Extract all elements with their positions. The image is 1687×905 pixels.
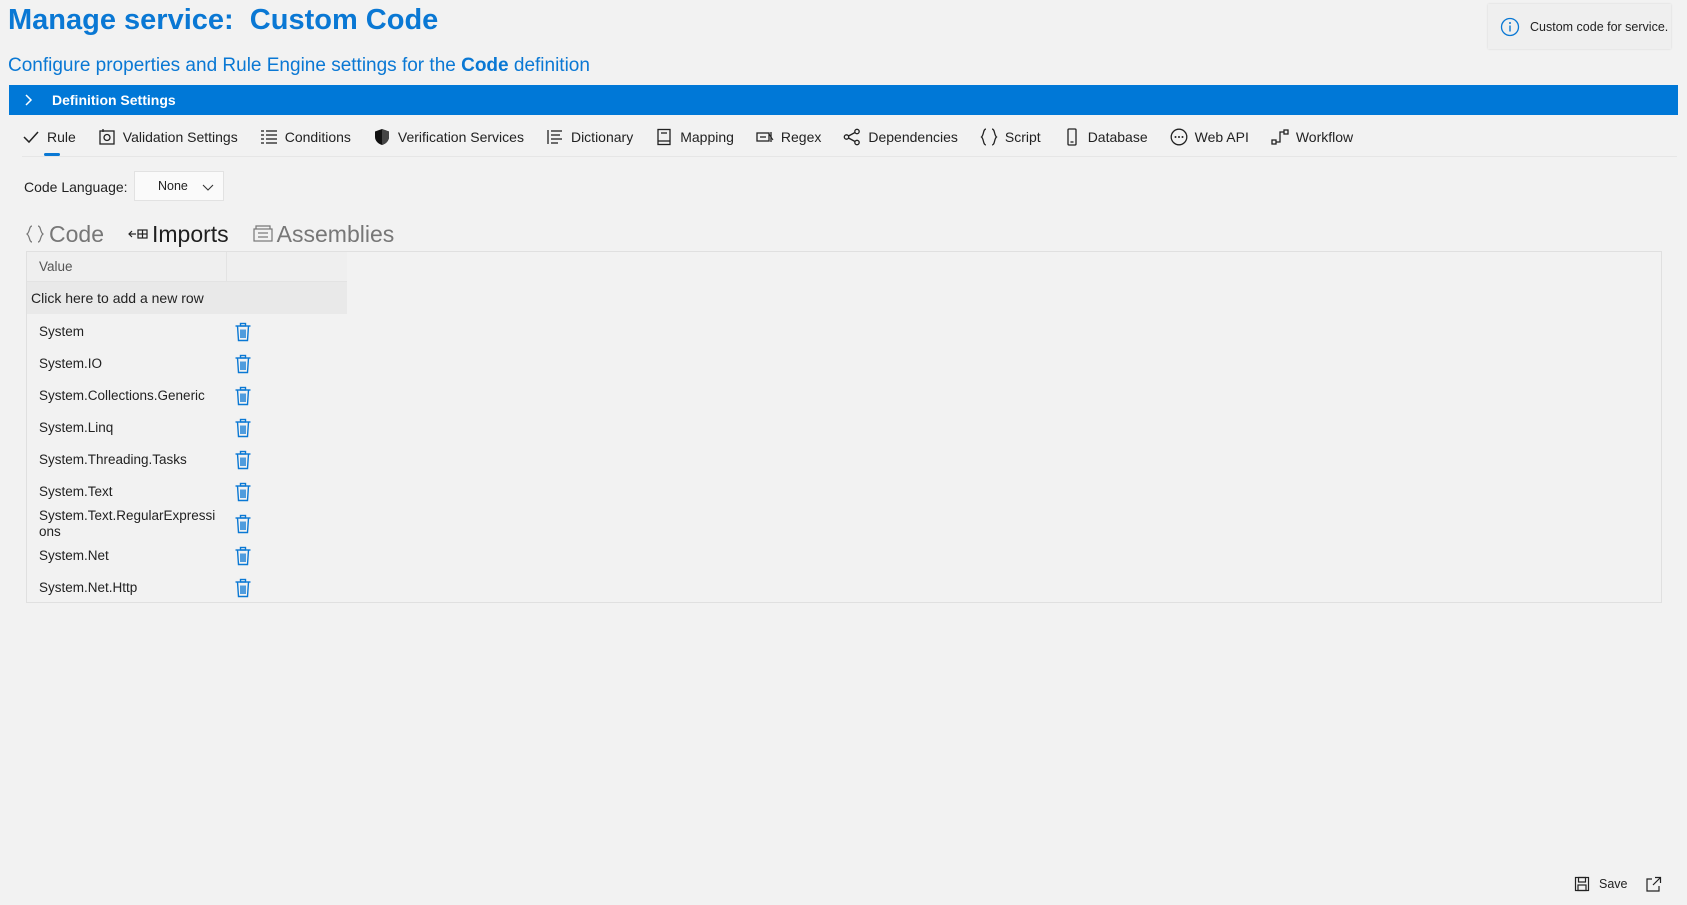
globe-icon [1170, 128, 1188, 146]
tool-dictionary[interactable]: Dictionary [546, 121, 633, 153]
code-language-select[interactable]: None [134, 171, 224, 201]
code-subtabs: Code Imports Assemblies [25, 212, 418, 256]
code-language-label: Code Language: [24, 179, 128, 195]
row-value[interactable]: System.Text.RegularExpressions [39, 508, 219, 540]
trash-icon[interactable] [233, 546, 253, 566]
subtitle-prefix: Configure properties and Rule Engine set… [8, 55, 462, 76]
tool-label: Rule [47, 129, 76, 145]
workflow-icon [1271, 129, 1289, 145]
row-value[interactable]: System.Linq [39, 412, 219, 444]
save-button[interactable]: Save [1574, 876, 1628, 892]
tool-label: Database [1087, 129, 1148, 145]
tool-regex[interactable]: Regex [756, 121, 821, 153]
trash-icon[interactable] [233, 578, 253, 598]
row-value[interactable]: System.Collections.Generic [39, 380, 219, 412]
regex-icon [756, 132, 774, 142]
tool-label: Dependencies [868, 129, 958, 145]
row-value[interactable]: System.IO [39, 348, 219, 380]
imports-icon [128, 229, 148, 239]
check-icon [23, 131, 39, 144]
table-row[interactable]: System.IO [27, 348, 347, 380]
code-language-value: None [158, 179, 188, 193]
tool-validation-settings[interactable]: Validation Settings [98, 121, 238, 153]
definition-settings-label: Definition Settings [52, 92, 176, 108]
tab-label: Imports [151, 220, 229, 247]
tool-dependencies[interactable]: Dependencies [843, 121, 958, 153]
column-header-value[interactable]: Value [27, 252, 227, 281]
trash-icon[interactable] [233, 482, 253, 502]
tool-label: Script [1004, 129, 1041, 145]
row-value[interactable]: System.Net [39, 540, 219, 572]
tab-code[interactable]: Code [25, 216, 104, 252]
page-subtitle: Configure properties and Rule Engine set… [8, 55, 590, 77]
subtitle-definition-name: Code [461, 55, 509, 76]
rule-toolbar: Rule Validation Settings Conditions Veri… [22, 121, 1375, 156]
subtitle-suffix: definition [508, 55, 590, 76]
add-new-row[interactable]: Click here to add a new row [27, 282, 347, 314]
table-row[interactable]: System.Linq [27, 412, 347, 444]
tool-verification-services[interactable]: Verification Services [373, 121, 524, 153]
database-icon [1067, 128, 1077, 146]
trash-icon[interactable] [233, 450, 253, 470]
toolbar-divider [22, 156, 1677, 157]
braces-icon [980, 128, 998, 146]
tool-web-api[interactable]: Web API [1170, 121, 1249, 153]
shield-icon [374, 129, 389, 145]
list-icon [260, 130, 277, 144]
grid-header: Value [27, 252, 347, 282]
page-title: Manage service: Custom Code [8, 4, 439, 36]
tool-label: Workflow [1295, 129, 1354, 145]
validation-icon [99, 129, 115, 145]
tool-label: Conditions [284, 129, 351, 145]
chevron-right-icon [25, 94, 33, 106]
row-value[interactable]: System.Text [39, 476, 219, 508]
tool-rule[interactable]: Rule [22, 121, 76, 156]
tool-label: Dictionary [570, 129, 634, 145]
popout-icon[interactable] [1645, 876, 1662, 893]
dictionary-icon [547, 130, 562, 144]
trash-icon[interactable] [233, 322, 253, 342]
info-tooltip: Custom code for service. [1488, 4, 1671, 49]
trash-icon[interactable] [233, 418, 253, 438]
info-text: Custom code for service. [1530, 19, 1669, 34]
table-row[interactable]: System.Net [27, 540, 347, 572]
table-row[interactable]: System [27, 316, 347, 348]
info-icon [1500, 17, 1520, 36]
tab-imports[interactable]: Imports [125, 216, 231, 256]
save-icon [1574, 876, 1590, 892]
chevron-down-icon [202, 184, 214, 191]
table-row[interactable]: System.Threading.Tasks [27, 444, 347, 476]
row-value[interactable]: System.Net.Http [39, 572, 219, 604]
tool-label: Validation Settings [122, 129, 238, 145]
tool-workflow[interactable]: Workflow [1271, 121, 1353, 153]
tab-assemblies[interactable]: Assemblies [253, 216, 395, 252]
tool-mapping[interactable]: Mapping [655, 121, 734, 153]
tool-script[interactable]: Script [980, 121, 1041, 153]
book-icon [657, 128, 671, 146]
table-row[interactable]: System.Collections.Generic [27, 380, 347, 412]
row-value[interactable]: System.Threading.Tasks [39, 444, 219, 476]
tool-label: Web API [1194, 129, 1249, 145]
tab-label: Code [49, 220, 104, 247]
tool-label: Mapping [680, 129, 734, 145]
assemblies-icon [253, 225, 273, 242]
save-label: Save [1599, 877, 1628, 891]
row-value[interactable]: System [39, 316, 219, 348]
grid-rows: System System.IO System.Collections.Generi… [27, 316, 347, 604]
table-row[interactable]: System.Text.RegularExpressions [27, 508, 347, 540]
imports-grid: Value Click here to add a new row System… [26, 251, 1662, 603]
braces-icon [25, 225, 45, 243]
tool-label: Verification Services [397, 129, 524, 145]
trash-icon[interactable] [233, 386, 253, 406]
trash-icon[interactable] [233, 514, 253, 534]
definition-settings-bar[interactable]: Definition Settings [9, 85, 1678, 115]
table-row[interactable]: System.Text [27, 476, 347, 508]
tool-label: Regex [780, 129, 822, 145]
share-icon [844, 128, 861, 146]
tool-conditions[interactable]: Conditions [260, 121, 351, 153]
trash-icon[interactable] [233, 354, 253, 374]
tool-database[interactable]: Database [1063, 121, 1148, 153]
tab-label: Assemblies [276, 220, 395, 247]
table-row[interactable]: System.Net.Http [27, 572, 347, 604]
